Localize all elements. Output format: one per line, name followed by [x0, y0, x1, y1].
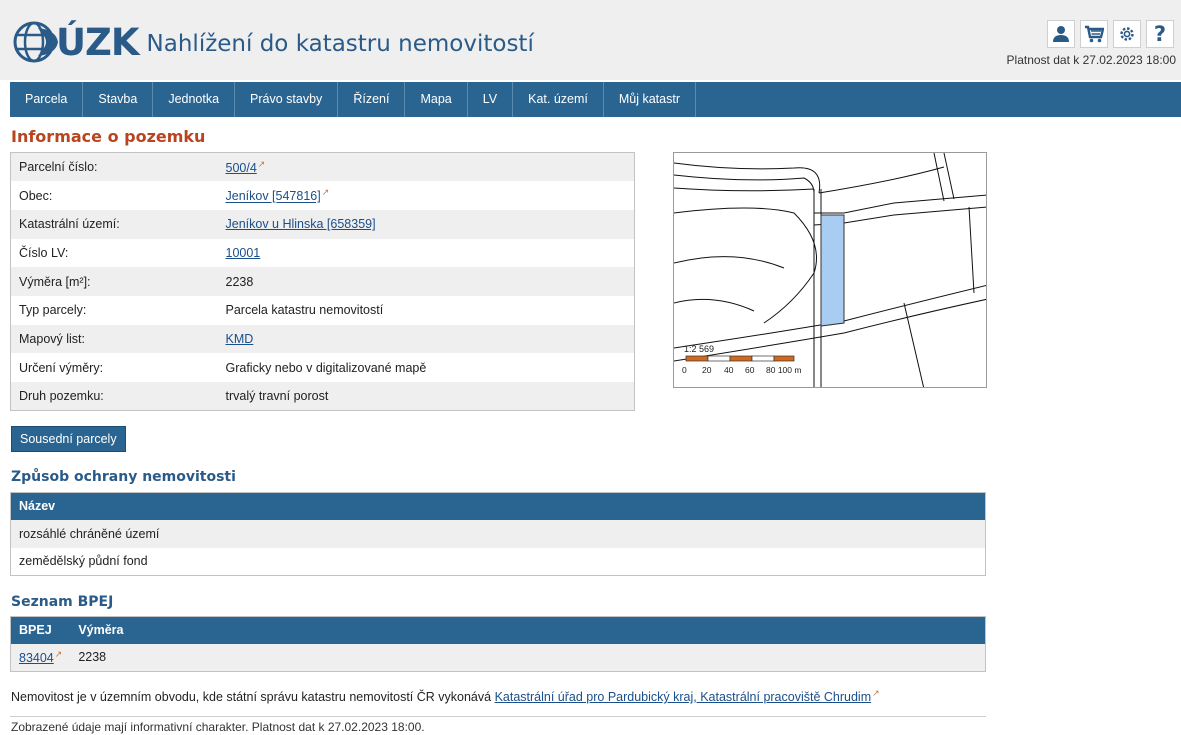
map-drawing: 1:2 569 0 20 40 60 80 100 m — [674, 153, 986, 387]
protection-name: rozsáhlé chráněné území — [10, 519, 986, 548]
table-row: zemědělský půdní fond — [10, 547, 986, 576]
info-value: Parcela katastru nemovitostí — [217, 295, 635, 325]
info-row: Mapový list: KMD — [10, 324, 635, 354]
neighbor-parcels-button[interactable]: Sousední parcely — [11, 426, 126, 452]
info-value: Jeníkov [547816]↗ — [217, 181, 635, 210]
nav-tab-6[interactable]: LV — [468, 82, 514, 117]
notice-text: Nemovitost je v územním obvodu, kde stát… — [11, 690, 492, 705]
map-scale-bar — [685, 355, 795, 362]
nav-tab-5[interactable]: Mapa — [405, 82, 468, 117]
info-value-link[interactable]: 10001 — [226, 246, 261, 260]
map-scale-label: 1:2 569 — [684, 344, 714, 354]
external-link-icon: ↗ — [872, 688, 880, 698]
bpej-code-cell: 83404↗ — [10, 643, 71, 672]
help-glyph: ? — [1153, 22, 1167, 46]
info-value: Jeníkov u Hlinska [658359] — [217, 209, 635, 239]
globe-logo-icon — [13, 21, 58, 63]
table-row: rozsáhlé chráněné území — [10, 519, 986, 548]
scale-tick: 80 100 m — [766, 365, 801, 375]
nav-tab-2[interactable]: Jednotka — [153, 82, 236, 117]
info-label: Parcelní číslo: — [10, 152, 218, 182]
info-label: Katastrální území: — [10, 209, 218, 239]
external-link-icon: ↗ — [257, 159, 266, 170]
info-label: Obec: — [10, 181, 218, 210]
info-row: Parcelní číslo: 500/4↗ — [10, 152, 635, 182]
column-header-bpej: BPEJ — [10, 616, 71, 644]
bpej-heading: Seznam BPEJ — [11, 594, 114, 610]
cuzk-logo[interactable]: ÚZK Nahlížení do katastru nemovitostí — [10, 20, 534, 64]
scale-tick: 20 — [702, 365, 712, 375]
info-label: Typ parcely: — [10, 295, 218, 325]
info-value-link[interactable]: Jeníkov u Hlinska [658359] — [226, 217, 376, 231]
info-row: Obec: Jeníkov [547816]↗ — [10, 181, 635, 210]
info-value-link[interactable]: Jeníkov [547816] — [226, 190, 321, 204]
nav-tab-8[interactable]: Můj katastr — [604, 82, 696, 117]
user-icon[interactable] — [1047, 20, 1075, 48]
info-label: Určení výměry: — [10, 353, 218, 382]
info-row: Výměra [m²]: 2238 — [10, 267, 635, 296]
info-value: 10001 — [217, 238, 635, 268]
table-row: 83404↗ 2238 — [10, 643, 986, 672]
bpej-code-link[interactable]: 83404 — [19, 651, 54, 665]
info-value: KMD — [217, 324, 635, 354]
external-link-icon: ↗ — [321, 187, 330, 198]
nav-tab-1[interactable]: Stavba — [83, 82, 154, 117]
nav-tab-4[interactable]: Řízení — [338, 82, 406, 117]
bpej-area: 2238 — [70, 643, 986, 672]
header: ÚZK Nahlížení do katastru nemovitostí ? … — [0, 0, 1181, 80]
highlighted-parcel — [820, 214, 845, 327]
column-header-name: Název — [10, 492, 986, 520]
protection-table: Název rozsáhlé chráněné území zemědělský … — [10, 492, 986, 576]
header-toolbar: ? — [1047, 20, 1174, 48]
nav-tab-3[interactable]: Právo stavby — [235, 82, 339, 117]
logo-text: ÚZK — [56, 20, 140, 64]
nav-tab-7[interactable]: Kat. území — [513, 82, 604, 117]
info-value-link[interactable]: 500/4 — [226, 161, 257, 175]
info-row: Typ parcely: Parcela katastru nemovitostí — [10, 295, 635, 325]
info-value: 2238 — [217, 267, 635, 296]
nav-tab-0[interactable]: Parcela — [10, 82, 84, 117]
office-link[interactable]: Katastrální úřad pro Pardubický kraj, Ka… — [495, 690, 872, 704]
footer-divider — [10, 716, 986, 717]
info-label: Mapový list: — [10, 324, 218, 354]
scale-tick: 60 — [745, 365, 755, 375]
info-value: 500/4↗ — [217, 152, 635, 182]
main-nav: Parcela Stavba Jednotka Právo stavby Řízení M… — [10, 82, 1181, 117]
gear-icon[interactable] — [1113, 20, 1141, 48]
parcel-map[interactable]: 1:2 569 0 20 40 60 80 100 m — [673, 152, 987, 388]
scale-tick: 0 — [682, 365, 687, 375]
info-label: Druh pozemku: — [10, 382, 218, 411]
external-link-icon: ↗ — [54, 649, 63, 660]
column-header-area: Výměra — [70, 616, 986, 644]
office-notice: Nemovitost je v územním obvodu, kde stát… — [11, 688, 880, 704]
info-value-link[interactable]: KMD — [226, 332, 254, 346]
page-title: Informace o pozemku — [11, 127, 206, 146]
scale-tick: 40 — [724, 365, 734, 375]
info-value: trvalý travní porost — [217, 382, 635, 411]
info-row: Druh pozemku: trvalý travní porost — [10, 382, 635, 411]
info-row: Číslo LV: 10001 — [10, 238, 635, 268]
protection-name: zemědělský půdní fond — [10, 547, 986, 576]
help-icon[interactable]: ? — [1146, 20, 1174, 48]
info-label: Číslo LV: — [10, 238, 218, 268]
cart-icon[interactable] — [1080, 20, 1108, 48]
info-row: Určení výměry: Graficky nebo v digitalizo… — [10, 353, 635, 382]
info-row: Katastrální území: Jeníkov u Hlinska [658… — [10, 209, 635, 239]
bpej-table: BPEJ Výměra 83404↗ 2238 — [10, 616, 986, 672]
parcel-info-table: Parcelní číslo: 500/4↗ Obec: Jeníkov [54781… — [10, 152, 635, 412]
info-value: Graficky nebo v digitalizované mapě — [217, 353, 635, 382]
info-label: Výměra [m²]: — [10, 267, 218, 296]
data-validity: Platnost dat k 27.02.2023 18:00 — [1006, 53, 1176, 67]
protection-heading: Způsob ochrany nemovitosti — [11, 469, 236, 485]
footer-note: Zobrazené údaje mají informativní charak… — [11, 720, 425, 734]
site-title: Nahlížení do katastru nemovitostí — [146, 31, 534, 57]
